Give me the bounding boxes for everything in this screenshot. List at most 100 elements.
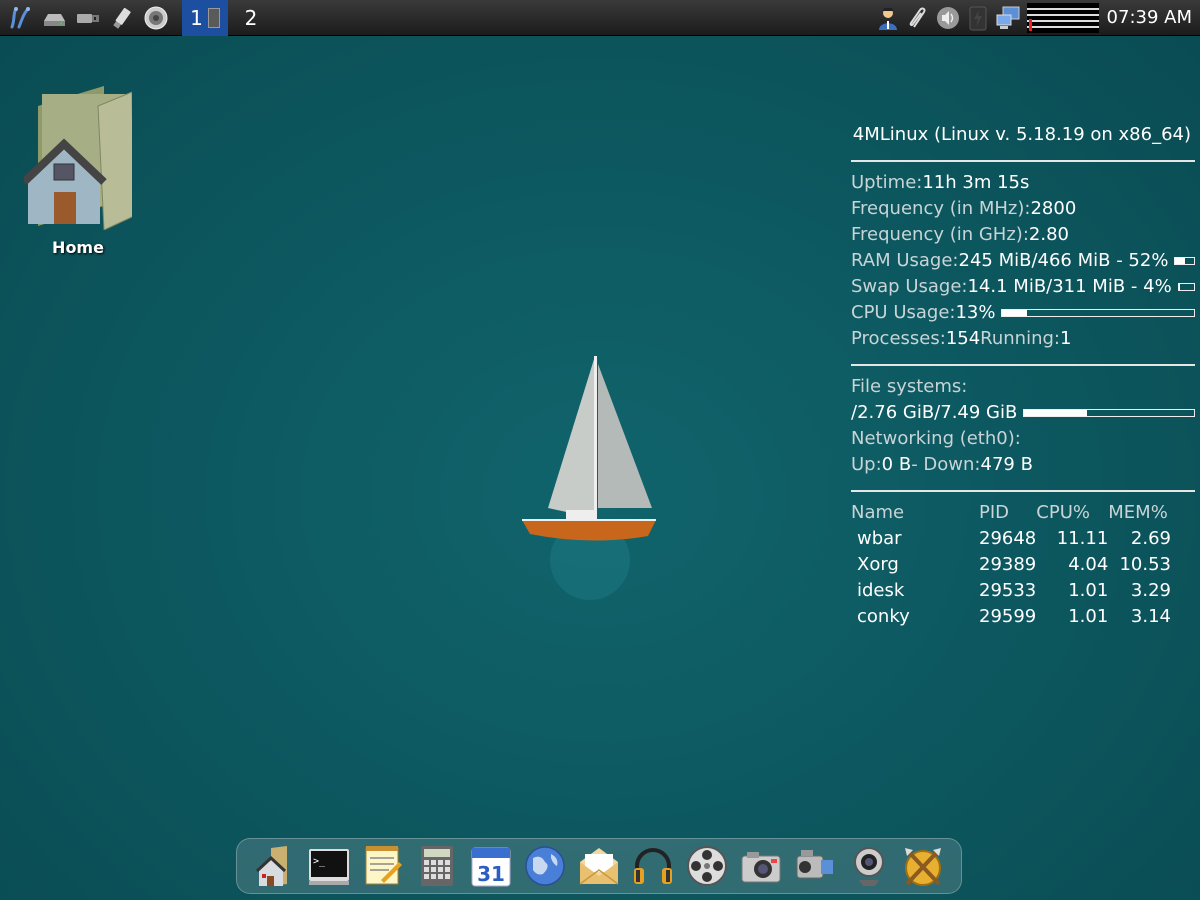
net-header-row: Networking (eth0): bbox=[851, 426, 1195, 452]
net-label: Networking (eth0): bbox=[851, 428, 1021, 449]
user-icon[interactable] bbox=[873, 2, 903, 34]
svg-text:>_: >_ bbox=[313, 856, 326, 867]
swap-row: Swap Usage: 14.1 MiB/311 MiB - 4% bbox=[851, 274, 1195, 300]
dock-music-player-launcher[interactable] bbox=[631, 843, 675, 889]
home-label: Home bbox=[52, 238, 104, 257]
drive-icon[interactable] bbox=[40, 4, 68, 32]
ram-row: RAM Usage: 245 MiB/466 MiB - 52% bbox=[851, 248, 1195, 274]
webcam-icon bbox=[854, 847, 884, 886]
camera-icon bbox=[741, 852, 781, 883]
dock-home-launcher[interactable] bbox=[253, 843, 297, 889]
process-name: conky bbox=[857, 606, 910, 627]
ram-usage-bar bbox=[1174, 257, 1195, 265]
workspace-1-label: 1 bbox=[190, 5, 203, 30]
camcorder-icon bbox=[796, 850, 833, 879]
workspace-2-button[interactable]: 2 bbox=[228, 0, 274, 36]
cpu-value: 13% bbox=[955, 302, 996, 323]
system-title: 4MLinux (Linux v. 5.18.19 on x86_64) bbox=[852, 124, 1191, 145]
workspace-2-label: 2 bbox=[244, 5, 258, 30]
swap-usage-bar bbox=[1177, 283, 1195, 291]
process-pid: 29533 bbox=[979, 580, 1037, 601]
process-table-header: Name PID CPU% MEM% bbox=[851, 500, 1195, 526]
process-name: Xorg bbox=[857, 554, 899, 575]
freq-ghz-label: Frequency (in GHz): bbox=[851, 224, 1029, 245]
home-folder-icon bbox=[255, 846, 287, 886]
workspace-window-indicator bbox=[207, 7, 220, 28]
process-mem: 3.29 bbox=[1130, 580, 1171, 601]
fs-header-row: File systems: bbox=[851, 374, 1195, 400]
dock-calendar-launcher[interactable]: 31 bbox=[469, 843, 513, 889]
freq-mhz-label: Frequency (in MHz): bbox=[851, 198, 1031, 219]
dock-camcorder-launcher[interactable] bbox=[793, 843, 837, 889]
dock-terminal-launcher[interactable]: >_ bbox=[307, 843, 351, 889]
process-cpu: 11.11 bbox=[1056, 528, 1109, 549]
network-icon[interactable] bbox=[993, 2, 1023, 34]
fs-root-usage-fill bbox=[1024, 410, 1088, 416]
dock-video-player-launcher[interactable] bbox=[685, 843, 729, 889]
uptime-label: Uptime: bbox=[851, 172, 923, 193]
table-row: wbar 29648 11.11 2.69 bbox=[851, 526, 1195, 552]
processes-row: Processes: 154 Running: 1 bbox=[851, 326, 1195, 352]
fs-root-value: 2.76 GiB/7.49 GiB bbox=[857, 402, 1018, 423]
home-desktop-icon[interactable]: Home bbox=[21, 82, 135, 257]
down-label: - Down: bbox=[911, 454, 981, 475]
swap-label: Swap Usage: bbox=[851, 276, 968, 297]
mail-icon bbox=[579, 848, 619, 885]
video-player-icon bbox=[687, 846, 727, 886]
cpu-row: CPU Usage: 13% bbox=[851, 300, 1195, 326]
processes-value: 154 bbox=[945, 328, 981, 349]
sailboat-wallpaper-image bbox=[522, 356, 656, 600]
calendar-icon: 31 bbox=[471, 847, 511, 887]
process-name: idesk bbox=[857, 580, 905, 601]
freq-mhz-row: Frequency (in MHz): 2800 bbox=[851, 196, 1195, 222]
processes-label: Processes: bbox=[851, 328, 946, 349]
fs-label: File systems: bbox=[851, 376, 968, 397]
fs-root-row: / 2.76 GiB/7.49 GiB bbox=[851, 400, 1195, 426]
speaker-icon[interactable] bbox=[142, 4, 170, 32]
up-label: Up: bbox=[851, 454, 882, 475]
home-folder-icon bbox=[21, 86, 135, 231]
swap-usage-fill bbox=[1178, 284, 1180, 290]
dock-games-launcher[interactable] bbox=[901, 843, 945, 889]
cpu-load-graph bbox=[1026, 2, 1099, 33]
workspace-1-button[interactable]: 1 bbox=[182, 0, 228, 36]
down-value: 479 B bbox=[980, 454, 1033, 475]
col-mem-header: MEM% bbox=[1108, 502, 1168, 523]
process-cpu: 1.01 bbox=[1068, 580, 1109, 601]
process-cpu: 4.04 bbox=[1068, 554, 1109, 575]
usb-icon[interactable] bbox=[74, 4, 102, 32]
freq-mhz-value: 2800 bbox=[1030, 198, 1077, 219]
games-icon bbox=[905, 848, 941, 886]
process-pid: 29389 bbox=[979, 554, 1037, 575]
dock-calculator-launcher[interactable] bbox=[415, 843, 459, 889]
dock-camera-launcher[interactable] bbox=[739, 843, 783, 889]
menu-icon[interactable] bbox=[6, 4, 34, 32]
process-mem: 10.53 bbox=[1119, 554, 1171, 575]
cpu-label: CPU Usage: bbox=[851, 302, 956, 323]
process-table: Name PID CPU% MEM% wbar 29648 11.11 2.69 Xo… bbox=[851, 500, 1195, 630]
top-panel: 1 2 07:39 AM bbox=[0, 0, 1200, 36]
web-browser-icon bbox=[525, 846, 565, 886]
cpu-usage-bar bbox=[1001, 309, 1195, 317]
flash-drive-icon[interactable] bbox=[108, 4, 136, 32]
clock[interactable]: 07:39 AM bbox=[1103, 7, 1200, 28]
table-row: conky 29599 1.01 3.14 bbox=[851, 604, 1195, 630]
dock-text-editor-launcher[interactable] bbox=[361, 843, 405, 889]
conky-system-monitor: 4MLinux (Linux v. 5.18.19 on x86_64) Upt… bbox=[851, 122, 1195, 630]
divider bbox=[851, 490, 1195, 492]
process-mem: 2.69 bbox=[1130, 528, 1171, 549]
text-editor-icon bbox=[365, 846, 402, 885]
battery-icon[interactable] bbox=[963, 2, 993, 34]
process-pid: 29648 bbox=[979, 528, 1037, 549]
ram-label: RAM Usage: bbox=[851, 250, 959, 271]
running-value: 1 bbox=[1060, 328, 1072, 349]
paperclip-icon[interactable] bbox=[903, 2, 933, 34]
dock-web-browser-launcher[interactable] bbox=[523, 843, 567, 889]
freq-ghz-value: 2.80 bbox=[1028, 224, 1069, 245]
volume-icon[interactable] bbox=[933, 2, 963, 34]
ram-usage-fill bbox=[1175, 258, 1186, 264]
dock-mail-launcher[interactable] bbox=[577, 843, 621, 889]
uptime-value: 11h 3m 15s bbox=[922, 172, 1030, 193]
headphones-icon bbox=[634, 848, 672, 884]
dock-webcam-launcher[interactable] bbox=[847, 843, 891, 889]
